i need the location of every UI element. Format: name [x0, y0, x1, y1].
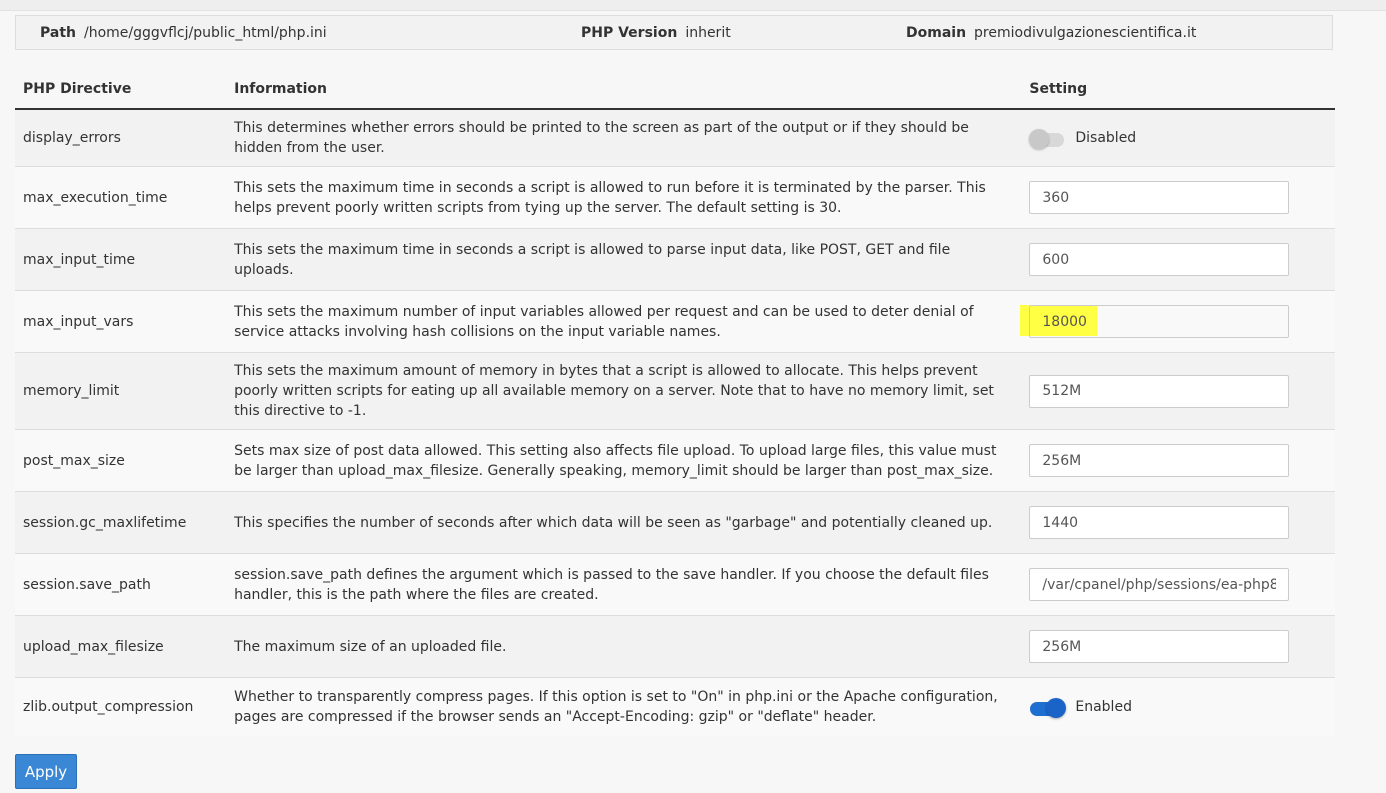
directive-setting: Disabled	[1021, 108, 1335, 167]
table-row: session.gc_maxlifetime This specifies the…	[15, 491, 1335, 554]
setting-value-input[interactable]	[1029, 374, 1290, 408]
directive-info: This sets the maximum amount of memory i…	[226, 352, 1022, 430]
setting-value-input[interactable]	[1029, 181, 1290, 214]
table-row: post_max_size Sets max size of post data …	[15, 429, 1335, 492]
header-information: Information	[226, 70, 1022, 110]
directive-setting	[1021, 615, 1335, 678]
setting-toggle-switch[interactable]	[1029, 129, 1065, 149]
directive-info: This determines whether errors should be…	[226, 108, 1022, 167]
directive-info: This sets the maximum time in seconds a …	[226, 166, 1022, 229]
directive-name: memory_limit	[15, 352, 227, 430]
table-row: memory_limit This sets the maximum amount…	[15, 352, 1335, 430]
directive-name: max_input_vars	[15, 290, 227, 353]
directive-name: zlib.output_compression	[15, 677, 227, 736]
php-version-label: PHP Version	[581, 25, 678, 41]
domain-info: Domain premiodivulgazionescientifica.it	[906, 25, 1196, 41]
directive-setting	[1021, 352, 1335, 430]
toggle-state-label: Enabled	[1075, 698, 1132, 715]
directive-info: This specifies the number of seconds aft…	[226, 491, 1022, 554]
directive-name: session.gc_maxlifetime	[15, 491, 227, 554]
setting-toggle-group: Enabled	[1029, 697, 1327, 718]
header-directive: PHP Directive	[15, 70, 227, 110]
table-row: zlib.output_compression Whether to transp…	[15, 677, 1335, 736]
setting-value-input[interactable]	[1029, 568, 1290, 601]
setting-value-input[interactable]	[1029, 630, 1290, 663]
toggle-state-label: Disabled	[1075, 130, 1137, 146]
php-info-bar: Path/home/gggvflcj/public_html/php.ini P…	[15, 15, 1333, 50]
setting-value-input[interactable]	[1029, 506, 1290, 539]
directive-setting	[1021, 553, 1335, 616]
directive-setting: Enabled	[1021, 677, 1335, 736]
directive-info: This sets the maximum time in seconds a …	[226, 228, 1022, 291]
directive-setting	[1021, 491, 1335, 554]
directive-name: upload_max_filesize	[15, 615, 227, 678]
table-row: max_input_vars This sets the maximum numb…	[15, 290, 1335, 353]
path-label: Path	[40, 25, 76, 41]
php-directives-table: PHP Directive Information Setting displa…	[15, 70, 1335, 736]
domain-value: premiodivulgazionescientifica.it	[974, 25, 1197, 41]
top-strip	[0, 0, 1386, 11]
directives-table-wrap: PHP Directive Information Setting displa…	[15, 70, 1335, 736]
table-row: display_errors This determines whether er…	[15, 108, 1335, 167]
php-version-value: inherit	[685, 25, 731, 41]
path-value: /home/gggvflcj/public_html/php.ini	[84, 25, 327, 41]
table-row: upload_max_filesize The maximum size of a…	[15, 615, 1335, 678]
highlighted-input-wrap	[1020, 305, 1290, 338]
directive-info: Whether to transparently compress pages.…	[226, 677, 1022, 736]
directive-name: display_errors	[15, 108, 227, 167]
php-version-info: PHP Version inherit	[581, 25, 731, 41]
setting-value-input[interactable]	[1029, 444, 1290, 477]
directive-name: max_input_time	[15, 228, 227, 291]
table-row: session.save_path session.save_path defin…	[15, 553, 1335, 616]
setting-value-input[interactable]	[1029, 305, 1290, 338]
directive-setting	[1020, 290, 1335, 353]
domain-label: Domain	[906, 25, 967, 41]
directive-info: This sets the maximum number of input va…	[226, 290, 1022, 353]
directive-info: Sets max size of post data allowed. This…	[226, 429, 1022, 492]
directive-name: session.save_path	[15, 553, 227, 616]
directive-setting	[1021, 429, 1335, 492]
directive-name: max_execution_time	[15, 166, 227, 229]
apply-button[interactable]: Apply	[15, 754, 77, 789]
table-row: max_input_time This sets the maximum time…	[15, 228, 1335, 291]
setting-value-input[interactable]	[1029, 243, 1290, 276]
table-header-row: PHP Directive Information Setting	[15, 70, 1335, 110]
toggle-knob	[1046, 697, 1067, 718]
directive-info: session.save_path defines the argument w…	[226, 553, 1022, 616]
setting-toggle-group: Disabled	[1029, 128, 1327, 149]
table-row: max_execution_time This sets the maximum …	[15, 166, 1335, 229]
header-setting: Setting	[1021, 70, 1335, 110]
directive-setting	[1021, 166, 1335, 229]
setting-toggle-switch[interactable]	[1029, 697, 1067, 718]
path-info: Path/home/gggvflcj/public_html/php.ini	[40, 25, 327, 41]
directive-name: post_max_size	[15, 429, 227, 492]
directive-info: The maximum size of an uploaded file.	[226, 615, 1022, 678]
directive-setting	[1021, 228, 1335, 291]
